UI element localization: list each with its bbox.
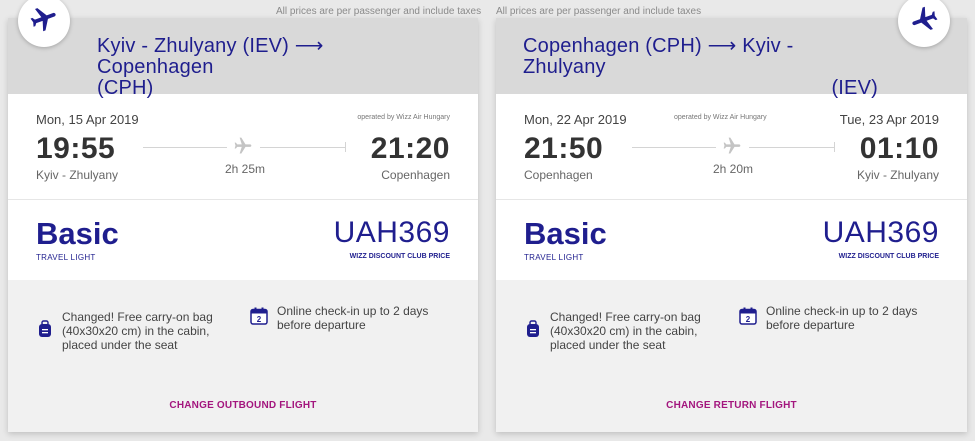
fare-name: Basic [36, 216, 119, 251]
change-outbound-flight-button[interactable]: CHANGE OUTBOUND FLIGHT [8, 400, 478, 411]
return-flight-card: Copenhagen (CPH) ⟶ Kyiv - Zhulyany (IEV)… [496, 18, 967, 432]
calendar-icon: 2 [739, 307, 757, 328]
card-footer: CHANGE RETURN FLIGHT [496, 384, 967, 432]
perk-text: before departure [277, 318, 366, 332]
departure-date: Mon, 22 Apr 2019 [524, 112, 627, 127]
plane-icon [232, 136, 254, 161]
flight-duration: 2h 25m [225, 162, 266, 176]
fare-name: Basic [524, 216, 607, 251]
flight-details: Mon, 22 Apr 2019 operated by Wizz Air Hu… [496, 94, 967, 200]
fare-price: UAH369 [333, 216, 450, 249]
price-note: All prices are per passenger and include… [276, 6, 482, 17]
perk-text: Online check-in up to 2 days [766, 304, 918, 318]
route-title: Kyiv - Zhulyany (IEV) ⟶ Copenhagen (CPH) [97, 36, 437, 99]
perk-text: Online check-in up to 2 days [277, 304, 429, 318]
arrival-time: 21:20 [370, 132, 450, 165]
plane-departure-icon [29, 4, 59, 39]
perk-text: before departure [766, 318, 855, 332]
fare-section: Basic TRAVEL LIGHT UAH369 WIZZ DISCOUNT … [496, 200, 967, 281]
calendar-day: 2 [746, 315, 751, 324]
price-note: All prices are per passenger and include… [496, 6, 702, 17]
departure-city: Kyiv - Zhulyany [36, 168, 119, 182]
flight-track [260, 147, 345, 148]
departure-city: Copenhagen [524, 168, 593, 182]
fare-section: Basic TRAVEL LIGHT UAH369 WIZZ DISCOUNT … [8, 200, 478, 281]
departure-time: 21:50 [524, 132, 604, 165]
card-footer: CHANGE OUTBOUND FLIGHT [8, 384, 478, 432]
flight-track [143, 147, 227, 148]
calendar-day: 2 [257, 315, 262, 324]
route-title: Copenhagen (CPH) ⟶ Kyiv - Zhulyany (IEV) [523, 36, 878, 99]
fare-subtitle: TRAVEL LIGHT [524, 253, 584, 262]
bag-icon [38, 320, 52, 341]
perk-text: Changed! Free carry-on bag [62, 310, 213, 324]
fare-perks: Changed! Free carry-on bag (40x30x20 cm)… [496, 280, 967, 384]
flight-details: Mon, 15 Apr 2019 operated by Wizz Air Hu… [8, 94, 478, 200]
operated-by: operated by Wizz Air Hungary [357, 114, 450, 121]
arrival-time: 01:10 [859, 132, 939, 165]
fare-subtitle: TRAVEL LIGHT [36, 253, 96, 262]
departure-date: Mon, 15 Apr 2019 [36, 112, 139, 127]
arrival-city: Copenhagen [381, 168, 450, 182]
flight-track [632, 147, 716, 148]
arrival-city: Kyiv - Zhulyany [856, 168, 939, 182]
outbound-flight-card: Kyiv - Zhulyany (IEV) ⟶ Copenhagen (CPH)… [8, 18, 478, 432]
flight-duration: 2h 20m [713, 162, 754, 176]
perk-text: placed under the seat [62, 338, 178, 352]
calendar-icon: 2 [250, 307, 268, 328]
plane-return-icon [909, 4, 939, 39]
fare-price: UAH369 [822, 216, 939, 249]
route-line: Copenhagen (CPH) ⟶ Kyiv - Zhulyany [523, 35, 794, 78]
route-line: Kyiv - Zhulyany (IEV) ⟶ Copenhagen [97, 35, 324, 78]
route-header: Kyiv - Zhulyany (IEV) ⟶ Copenhagen (CPH) [8, 18, 478, 99]
operated-by: operated by Wizz Air Hungary [674, 114, 767, 121]
plane-icon [721, 136, 743, 161]
price-label: WIZZ DISCOUNT CLUB PRICE [838, 253, 939, 260]
flight-track [749, 147, 834, 148]
perk-text: placed under the seat [550, 338, 666, 352]
perk-text: Changed! Free carry-on bag [550, 310, 701, 324]
route-header: Copenhagen (CPH) ⟶ Kyiv - Zhulyany (IEV) [496, 18, 967, 99]
flight-track-end [828, 142, 835, 152]
change-return-flight-button[interactable]: CHANGE RETURN FLIGHT [496, 400, 967, 411]
perk-text: (40x30x20 cm) in the cabin, [550, 324, 698, 338]
price-label: WIZZ DISCOUNT CLUB PRICE [349, 253, 450, 260]
fare-perks: Changed! Free carry-on bag (40x30x20 cm)… [8, 280, 478, 384]
perk-text: (40x30x20 cm) in the cabin, [62, 324, 210, 338]
bag-icon [526, 320, 540, 341]
flight-track-end [339, 142, 346, 152]
departure-time: 19:55 [36, 132, 116, 165]
arrival-date: Tue, 23 Apr 2019 [839, 112, 939, 127]
